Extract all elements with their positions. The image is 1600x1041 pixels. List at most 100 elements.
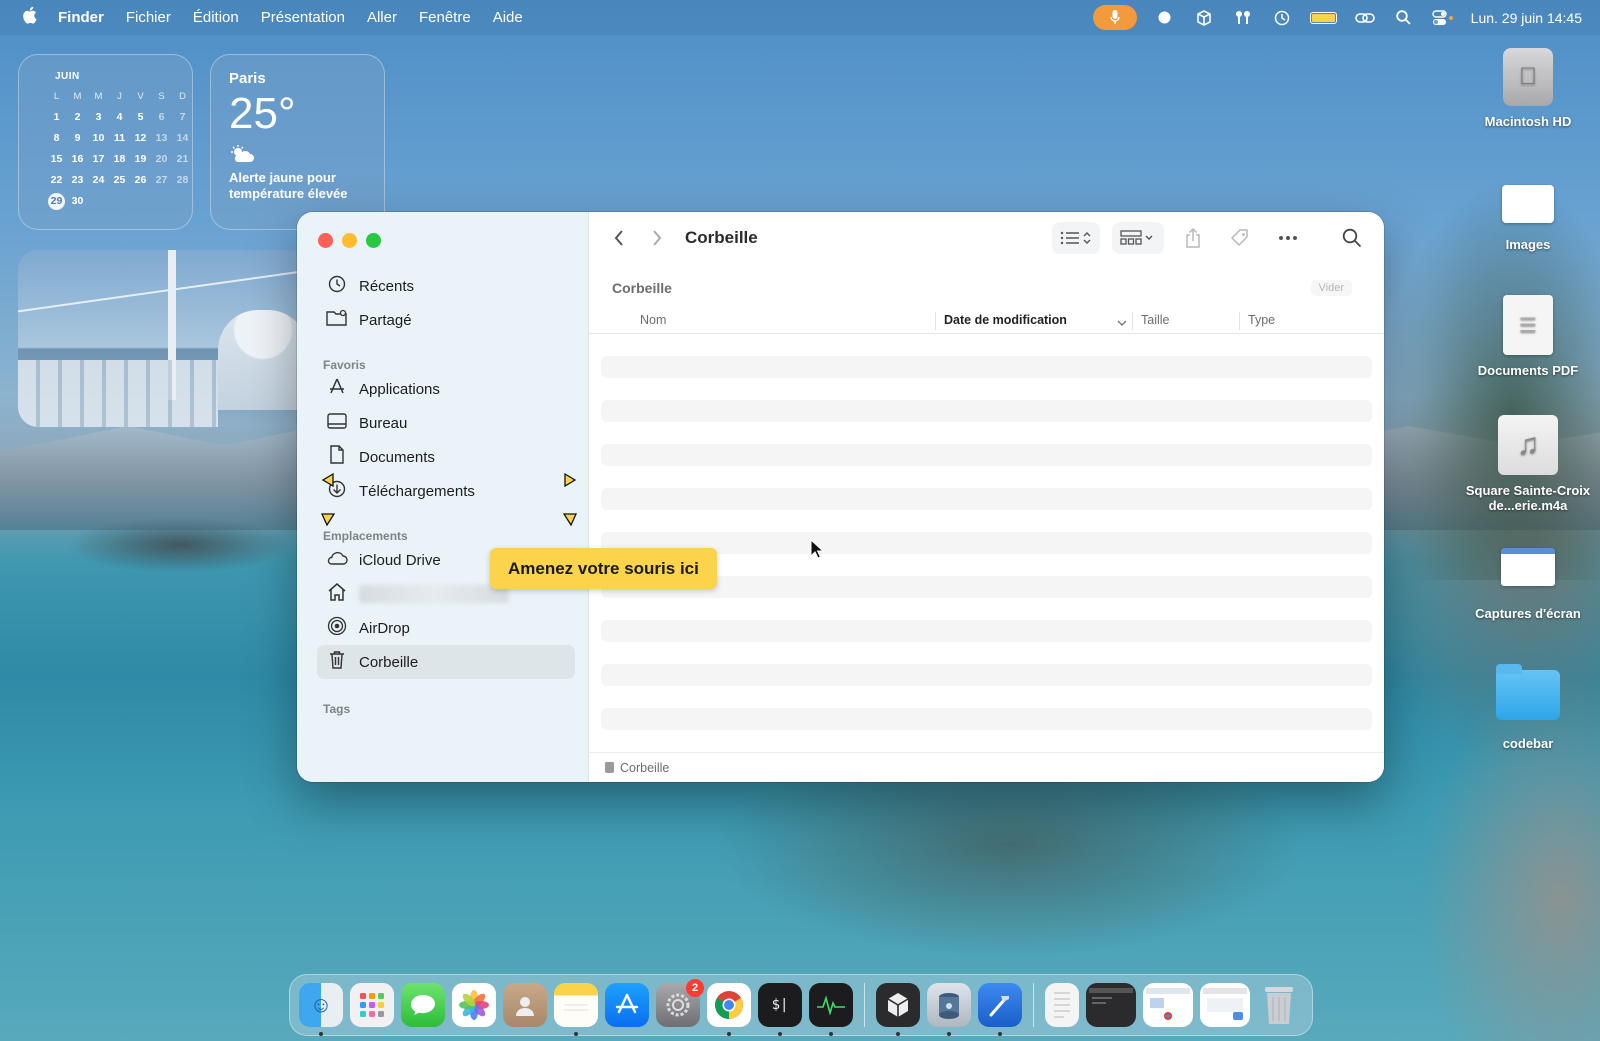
sidebar-item-label: AirDrop <box>359 619 410 637</box>
calendar-day: 23 <box>71 174 84 186</box>
xcode-icon[interactable] <box>978 983 1022 1036</box>
time-machine-icon[interactable] <box>1271 9 1293 27</box>
microphone-icon[interactable] <box>1092 5 1137 30</box>
desktop-icon-screenshots[interactable]: Captures d'écran <box>1458 548 1598 621</box>
dock-trash-icon[interactable] <box>1257 983 1301 1027</box>
highlight-marker-icon <box>321 513 335 526</box>
back-button[interactable] <box>605 224 633 252</box>
menu-finder[interactable]: Finder <box>58 9 104 26</box>
group-button[interactable] <box>1112 222 1164 254</box>
battery-icon[interactable] <box>1309 11 1337 24</box>
menu-fenetre[interactable]: Fenêtre <box>419 9 471 26</box>
calendar-day: 22 <box>50 174 63 186</box>
search-button[interactable] <box>1334 222 1370 254</box>
desktop-icon-macintosh-hd[interactable]:  Macintosh HD <box>1458 48 1598 129</box>
sidebar-item-downloads[interactable]: Téléchargements <box>317 474 575 508</box>
airpods-icon[interactable] <box>1232 9 1254 27</box>
sort-chevron-down-icon[interactable] <box>1117 316 1127 330</box>
list-view-button[interactable] <box>1052 222 1100 254</box>
partly-cloudy-sun-icon <box>229 145 366 168</box>
column-type[interactable]: Type <box>1248 313 1275 327</box>
share-button[interactable] <box>1176 222 1210 254</box>
column-size[interactable]: Taille <box>1141 313 1170 327</box>
sidebar-item-trash[interactable]: Corbeille <box>317 645 575 679</box>
status-area: Lun. 29 juin 14:45 <box>1092 0 1582 35</box>
contacts-icon[interactable] <box>503 983 547 1027</box>
sidebar-section-tags: Tags <box>323 702 351 716</box>
calendar-day: 26 <box>134 174 147 186</box>
menu-aller[interactable]: Aller <box>367 9 397 26</box>
menu-bar: Finder Fichier Édition Présentation Alle… <box>0 0 1600 35</box>
chrome-window-thumbnail-icon[interactable] <box>1143 983 1193 1027</box>
screenshot-file-icon <box>1501 548 1555 586</box>
desktop-icon-label: Macintosh HD <box>1484 114 1572 129</box>
unity-icon[interactable] <box>876 983 920 1036</box>
forward-button[interactable] <box>643 224 671 252</box>
menu-presentation[interactable]: Présentation <box>261 9 345 26</box>
photos-icon[interactable] <box>452 983 496 1027</box>
close-button[interactable] <box>318 233 333 248</box>
desktop-icon-images[interactable]: Images <box>1458 185 1598 252</box>
column-separator[interactable] <box>1132 312 1133 330</box>
dock-separator <box>1033 983 1034 1027</box>
disk-utility-icon[interactable] <box>927 983 971 1036</box>
desktop-icon-documents-pdf[interactable]: ☰ Documents PDF <box>1458 295 1598 378</box>
preview-window-thumbnail-icon[interactable] <box>1200 983 1250 1027</box>
menubar-clock[interactable]: Lun. 29 juin 14:45 <box>1471 10 1582 26</box>
activity-monitor-icon[interactable] <box>809 983 853 1036</box>
empty-trash-button[interactable]: Vider <box>1310 280 1352 296</box>
airdrop-icon <box>325 616 349 641</box>
terminal-icon[interactable]: $| <box>758 983 802 1036</box>
finder-window[interactable]: Récents Partagé Favoris Applications Bur… <box>297 212 1384 782</box>
tag-button[interactable] <box>1222 222 1258 254</box>
link-icon[interactable] <box>1354 9 1376 27</box>
menu-edition[interactable]: Édition <box>193 9 239 26</box>
menu-aide[interactable]: Aide <box>493 9 523 26</box>
home-icon <box>325 582 349 606</box>
sidebar-item-recents[interactable]: Récents <box>317 269 575 303</box>
hard-drive-icon:  <box>1503 48 1553 106</box>
terminal-window-thumbnail-icon[interactable] <box>1086 983 1136 1027</box>
sidebar-item-bureau[interactable]: Bureau <box>317 406 575 440</box>
sidebar-section-favorites: Favoris <box>323 358 366 372</box>
sidebar-item-airdrop[interactable]: AirDrop <box>317 611 575 645</box>
box-icon[interactable] <box>1193 9 1215 27</box>
calendar-day: 5 <box>137 111 144 123</box>
column-separator[interactable] <box>1239 312 1240 330</box>
desktop-icon-codebar[interactable]: codebar <box>1458 664 1598 751</box>
path-bar-item[interactable]: Corbeille <box>620 761 669 775</box>
search-icon[interactable] <box>1393 9 1415 27</box>
finder-icon[interactable]: ☺ <box>299 983 343 1036</box>
control-center-icon[interactable] <box>1431 9 1454 27</box>
column-date-modified[interactable]: Date de modification <box>944 313 1067 327</box>
calendar-widget[interactable]: JUIN L M M J V S D 1 2 3 4 5 6 7 8 9 10 … <box>18 54 193 230</box>
record-icon[interactable] <box>1154 9 1176 27</box>
sidebar-item-applications[interactable]: Applications <box>317 372 575 406</box>
calendar-day: 30 <box>71 195 84 207</box>
chrome-icon[interactable] <box>707 983 751 1036</box>
desktop-icon-audio-file[interactable]: ♫ Square Sainte-Croix de...erie.m4a <box>1458 415 1598 513</box>
document-thumbnail-icon[interactable] <box>1045 983 1079 1027</box>
sidebar-item-shared[interactable]: Partagé <box>317 303 575 337</box>
weekday-head: J <box>117 91 122 102</box>
system-settings-icon[interactable]: 2 <box>656 979 704 1027</box>
minimize-button[interactable] <box>342 233 357 248</box>
column-name[interactable]: Nom <box>640 313 666 327</box>
weather-widget[interactable]: Paris 25° Alerte jaune pour température … <box>210 54 385 230</box>
column-separator[interactable] <box>935 312 936 330</box>
more-button[interactable] <box>1270 222 1306 254</box>
app-store-icon[interactable] <box>605 983 649 1027</box>
finder-toolbar: Corbeille <box>589 212 1384 264</box>
launchpad-icon[interactable] <box>350 983 394 1027</box>
maximize-button[interactable] <box>366 233 381 248</box>
sidebar-item-documents[interactable]: Documents <box>317 440 575 474</box>
notes-icon[interactable] <box>554 983 598 1036</box>
instruction-tooltip: Amenez votre souris ici <box>490 548 717 589</box>
photo-widget[interactable] <box>18 250 308 427</box>
desktop-icon <box>325 412 349 434</box>
menu-fichier[interactable]: Fichier <box>126 9 171 26</box>
apple-menu-icon[interactable] <box>22 6 38 29</box>
finder-sidebar: Récents Partagé Favoris Applications Bur… <box>297 212 589 782</box>
calendar-today: 29 <box>48 193 65 210</box>
messages-icon[interactable] <box>401 983 445 1027</box>
